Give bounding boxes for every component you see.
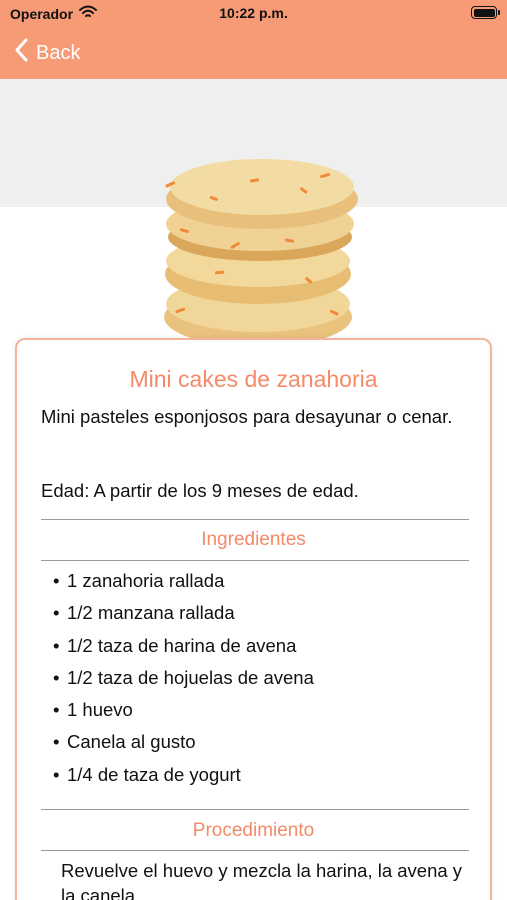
ingredient-item: • 1/4 de taza de yogurt <box>53 763 241 785</box>
ingredients-title: Ingredientes <box>201 529 306 550</box>
ingredient-item: • 1/2 manzana rallada <box>53 602 235 624</box>
divider <box>41 519 469 520</box>
recipe-card: Mini cakes de zanahoria Mini pasteles es… <box>15 338 492 900</box>
procedure-text: Revuelve el huevo y mezcla la harina, la… <box>61 860 463 900</box>
recipe-description: Mini pasteles esponjosos para desayunar … <box>41 406 453 427</box>
status-time: 10:22 p.m. <box>219 5 288 21</box>
ingredient-item: • Canela al gusto <box>53 731 196 753</box>
header-bar: Operador 10:22 p.m. Back <box>0 0 507 79</box>
back-label: Back <box>36 41 81 64</box>
battery-icon <box>471 6 500 19</box>
recipe-age: Edad: A partir de los 9 meses de edad. <box>41 480 359 501</box>
ingredients-list: • 1 zanahoria rallada • 1/2 manzana rallad… <box>53 569 314 795</box>
chevron-left-icon <box>14 38 28 68</box>
ingredient-item: • 1 huevo <box>53 699 133 721</box>
divider <box>41 850 469 851</box>
ingredient-item: • 1/2 taza de hojuelas de avena <box>53 666 314 688</box>
procedure-title: Procedimiento <box>192 820 315 841</box>
ingredient-item: • 1 zanahoria rallada <box>53 570 225 591</box>
divider <box>41 809 469 810</box>
status-bar: Operador 10:22 p.m. <box>0 0 507 28</box>
recipe-title: Mini cakes de zanahoria <box>129 366 378 392</box>
divider <box>41 560 469 561</box>
ingredient-item: • 1/2 taza de harina de avena <box>53 634 297 656</box>
recipe-photo <box>0 79 507 359</box>
back-button[interactable]: Back <box>14 38 80 68</box>
